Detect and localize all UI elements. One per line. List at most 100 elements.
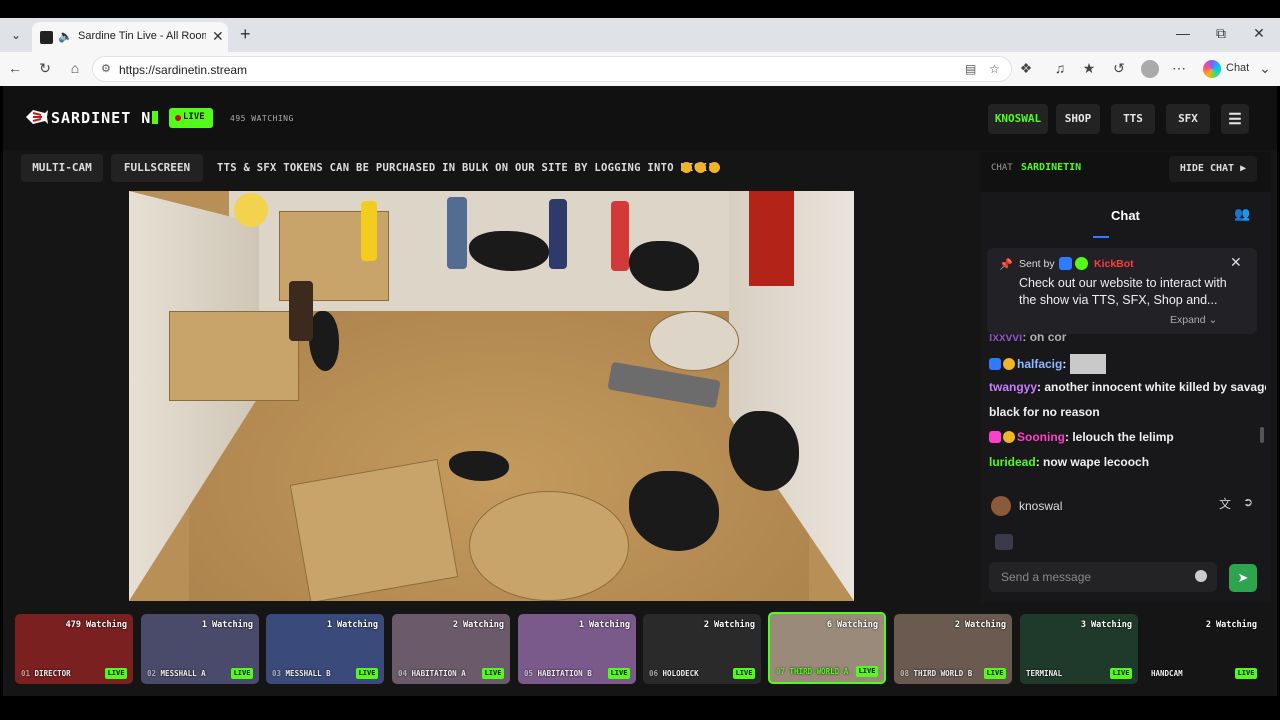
site-logo-text[interactable]: SARDINET N	[51, 109, 151, 127]
pinned-message: 📌 Sent by KickBot ✕ Check out our websit…	[987, 248, 1257, 334]
main-video-player[interactable]	[129, 191, 854, 601]
media-control-icon[interactable]: ♫	[1051, 60, 1069, 76]
emoji-icon[interactable]	[1195, 570, 1207, 582]
multicam-button[interactable]: MULTI-CAM	[21, 154, 103, 182]
emote-picker-icon[interactable]	[995, 534, 1013, 550]
favorite-star-icon[interactable]: ☆	[989, 62, 1000, 76]
camera-thumb[interactable]: 1 Watching 02 MESSHALL A LIVE	[141, 614, 259, 684]
camera-watching: 1 Watching	[326, 620, 378, 630]
camera-thumb[interactable]: 2 Watching HANDCAM LIVE	[1145, 614, 1263, 684]
sfx-button[interactable]: SFX	[1166, 104, 1210, 134]
send-button[interactable]: ➤	[1229, 564, 1257, 592]
close-window-icon[interactable]: ✕	[1249, 25, 1269, 42]
chat-text: oh cor	[1029, 334, 1067, 344]
camera-live-badge: LIVE	[733, 668, 755, 679]
logo-accent-bar	[152, 111, 158, 124]
restore-icon[interactable]: ⧉	[1211, 25, 1231, 42]
message-composer	[989, 562, 1217, 592]
tab-list-icon[interactable]: ⌄	[8, 28, 24, 44]
camera-thumb[interactable]: 2 Watching 08 THIRD WORLD B LIVE	[894, 614, 1012, 684]
camera-name: TERMINAL	[1026, 669, 1063, 678]
new-tab-icon[interactable]: +	[240, 24, 251, 45]
back-icon[interactable]: ←	[6, 60, 24, 76]
camera-live-badge: LIVE	[482, 668, 504, 679]
camera-live-badge: LIVE	[1235, 668, 1257, 679]
camera-thumb-active[interactable]: 6 Watching 07 THIRD WORLD A LIVE	[768, 612, 886, 684]
fullscreen-button[interactable]: FULLSCREEN	[111, 154, 203, 182]
extensions-icon[interactable]: ❖	[1017, 60, 1035, 77]
camera-live-badge: LIVE	[608, 668, 630, 679]
announcement-ticker: TTS & SFX TOKENS CAN BE PURCHASED IN BUL…	[217, 162, 714, 174]
video-red-door	[749, 191, 794, 286]
chat-message: luridead: now wape lecooch	[989, 455, 1150, 469]
send-icon: ➤	[1237, 570, 1249, 585]
video-trash-bag	[309, 311, 339, 371]
video-cardboard	[649, 311, 739, 371]
composer-username: knoswal	[1019, 499, 1063, 513]
chat-username[interactable]: luridead	[989, 455, 1036, 469]
reader-view-icon[interactable]: ▤	[965, 62, 976, 76]
refresh-icon[interactable]: ↻	[36, 60, 54, 77]
user-button[interactable]: KNOSWAL	[988, 104, 1048, 134]
camera-watching: 2 Watching	[954, 620, 1006, 630]
camera-watching: 479 Watching	[65, 620, 127, 630]
tts-button[interactable]: TTS	[1111, 104, 1155, 134]
users-icon[interactable]: 👥	[1234, 206, 1250, 222]
copilot-chat-label[interactable]: Chat	[1226, 62, 1249, 74]
chat-scrollbar[interactable]	[1260, 427, 1264, 443]
chat-message: Sooning: lelouch the lelimp	[989, 430, 1174, 444]
chat-message-input[interactable]	[989, 562, 1189, 592]
video-yellow-circle	[234, 193, 268, 227]
camera-thumb[interactable]: 479 Watching 01 DIRECTOR LIVE	[15, 614, 133, 684]
chat-username[interactable]: Sooning	[1017, 430, 1065, 444]
history-icon[interactable]: ↺	[1110, 60, 1128, 77]
site-header: SARDINET N LIVE 495 WATCHING KNOSWAL SHO…	[3, 86, 1277, 150]
emote-image	[1069, 354, 1106, 374]
copilot-icon[interactable]	[1203, 60, 1221, 78]
camera-thumb[interactable]: 1 Watching 05 HABITATION B LIVE	[518, 614, 636, 684]
camera-watching: 2 Watching	[452, 620, 504, 630]
expand-label: Expand	[1170, 314, 1206, 326]
home-icon[interactable]: ⌂	[66, 60, 84, 76]
camera-thumb[interactable]: 1 Watching 03 MESSHALL B LIVE	[266, 614, 384, 684]
shop-button[interactable]: SHOP	[1056, 104, 1100, 134]
more-menu-icon[interactable]: ⋯	[1170, 60, 1188, 77]
chat-message: lxxvvi: oh cor	[989, 334, 1066, 344]
audio-playing-icon[interactable]: 🔈	[58, 29, 73, 43]
site-info-icon[interactable]: ⚙	[101, 62, 111, 75]
hide-chat-button[interactable]: HIDE CHAT ▶	[1169, 156, 1257, 182]
camera-live-badge: LIVE	[231, 668, 253, 679]
browser-tabbar: ⌄ 🔈 Sardine Tin Live - All Rooms, A ✕ + …	[0, 18, 1280, 52]
camera-live-badge: LIVE	[105, 668, 127, 679]
pinned-author[interactable]: KickBot	[1094, 258, 1134, 270]
expand-pinned-button[interactable]: Expand ⌄	[1170, 314, 1217, 326]
chevron-down-icon: ⌄	[1208, 314, 1218, 326]
camera-thumb[interactable]: 3 Watching TERMINAL LIVE	[1020, 614, 1138, 684]
control-bar: MULTI-CAM FULLSCREEN TTS & SFX TOKENS CA…	[15, 154, 975, 182]
profile-avatar-icon[interactable]	[1141, 60, 1159, 78]
address-url[interactable]: https://sardinetin.stream	[119, 63, 247, 77]
chat-messages: lxxvvi: oh cor halfacig: twangyy: anothe…	[981, 334, 1266, 484]
chat-username[interactable]: twangyy	[989, 380, 1037, 394]
close-tab-icon[interactable]: ✕	[212, 28, 224, 45]
address-bar[interactable]: ⚙ https://sardinetin.stream ▤ ☆	[92, 56, 1012, 82]
close-pinned-icon[interactable]: ✕	[1230, 254, 1242, 271]
camera-name: HANDCAM	[1151, 669, 1183, 678]
tab-chat[interactable]: Chat	[1111, 208, 1140, 223]
favorites-icon[interactable]: ★	[1080, 60, 1098, 77]
chevron-down-icon[interactable]: ⌄	[1256, 60, 1274, 77]
hamburger-menu-icon[interactable]: ☰	[1221, 104, 1249, 134]
chat-username[interactable]: lxxvvi	[989, 334, 1022, 344]
user-avatar[interactable]	[991, 496, 1011, 516]
translate-icon[interactable]: 文	[1219, 495, 1231, 512]
camera-watching: 1 Watching	[578, 620, 630, 630]
logout-icon[interactable]: ➲	[1243, 495, 1253, 509]
camera-thumb[interactable]: 2 Watching 04 HABITATION A LIVE	[392, 614, 510, 684]
camera-name: 06 HOLODECK	[649, 669, 699, 678]
chat-username[interactable]: halfacig	[1017, 357, 1062, 371]
browser-tab[interactable]: 🔈 Sardine Tin Live - All Rooms, A ✕	[32, 22, 228, 52]
minimize-icon[interactable]: —	[1173, 25, 1193, 41]
camera-name: 02 MESSHALL A	[147, 669, 206, 678]
camera-thumb[interactable]: 2 Watching 06 HOLODECK LIVE	[643, 614, 761, 684]
video-person	[361, 201, 377, 261]
